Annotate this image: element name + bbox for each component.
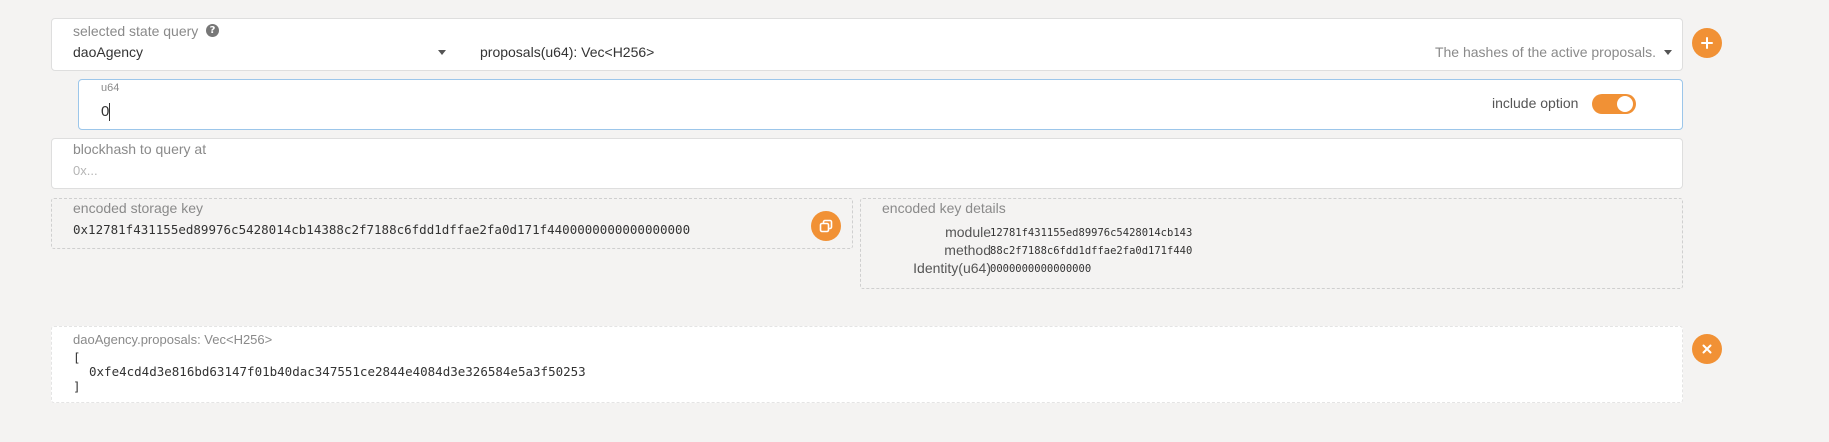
query-result-box: daoAgency.proposals: Vec<H256> [ 0xfe4cd…: [51, 326, 1683, 403]
u64-param-type-label: u64: [101, 82, 120, 94]
add-query-button[interactable]: [1692, 28, 1722, 58]
module-dropdown[interactable]: daoAgency: [52, 19, 452, 70]
query-result-label: daoAgency.proposals: Vec<H256>: [73, 332, 273, 347]
blockhash-field[interactable]: blockhash to query at 0x...: [51, 138, 1683, 189]
detail-identity-key: Identity(u64): [913, 260, 991, 276]
detail-identity-value: 0000000000000000: [990, 263, 1092, 275]
u64-param-field[interactable]: u64 0 include option: [78, 79, 1683, 130]
chevron-down-icon: [1664, 50, 1672, 55]
detail-module-value: 12781f431155ed89976c5428014cb143: [990, 227, 1193, 239]
text-cursor: [109, 103, 110, 121]
include-option-label: include option: [1492, 95, 1579, 111]
copy-icon: [819, 219, 833, 233]
encoded-storage-key-value: 0x12781f431155ed89976c5428014cb14388c2f7…: [73, 222, 691, 237]
chevron-down-icon: [438, 50, 446, 55]
remove-query-button[interactable]: [1692, 334, 1722, 364]
copy-button[interactable]: [811, 211, 841, 241]
query-result-open-bracket: [: [73, 350, 81, 365]
query-result-item: 0xfe4cd4d3e816bd63147f01b40dac347551ce28…: [89, 364, 586, 379]
state-query-selector: selected state query ? daoAgency proposa…: [51, 18, 1683, 71]
query-result-close-bracket: ]: [73, 379, 81, 394]
encoded-storage-key-label: encoded storage key: [73, 200, 203, 216]
detail-method-value: 88c2f7188c6fdd1dffae2fa0d171f440: [990, 245, 1193, 257]
toggle-knob: [1617, 96, 1633, 112]
detail-method-key: method: [944, 242, 991, 258]
blockhash-input[interactable]: 0x...: [73, 163, 98, 178]
detail-module-key: module: [945, 224, 991, 240]
encoded-key-details-label: encoded key details: [882, 200, 1006, 216]
plus-icon: [1701, 37, 1713, 49]
close-icon: [1702, 344, 1712, 354]
method-dropdown-value: proposals(u64): Vec<H256>: [480, 44, 655, 60]
blockhash-label: blockhash to query at: [73, 141, 207, 157]
encoded-key-details-box: encoded key details module 12781f431155e…: [860, 198, 1683, 289]
module-dropdown-value: daoAgency: [73, 44, 144, 60]
include-option-toggle[interactable]: [1592, 94, 1636, 114]
method-dropdown[interactable]: proposals(u64): Vec<H256> The hashes of …: [472, 19, 1682, 70]
encoded-storage-key-box: encoded storage key 0x12781f431155ed8997…: [51, 198, 853, 249]
method-doc-text: The hashes of the active proposals.: [1434, 44, 1656, 60]
